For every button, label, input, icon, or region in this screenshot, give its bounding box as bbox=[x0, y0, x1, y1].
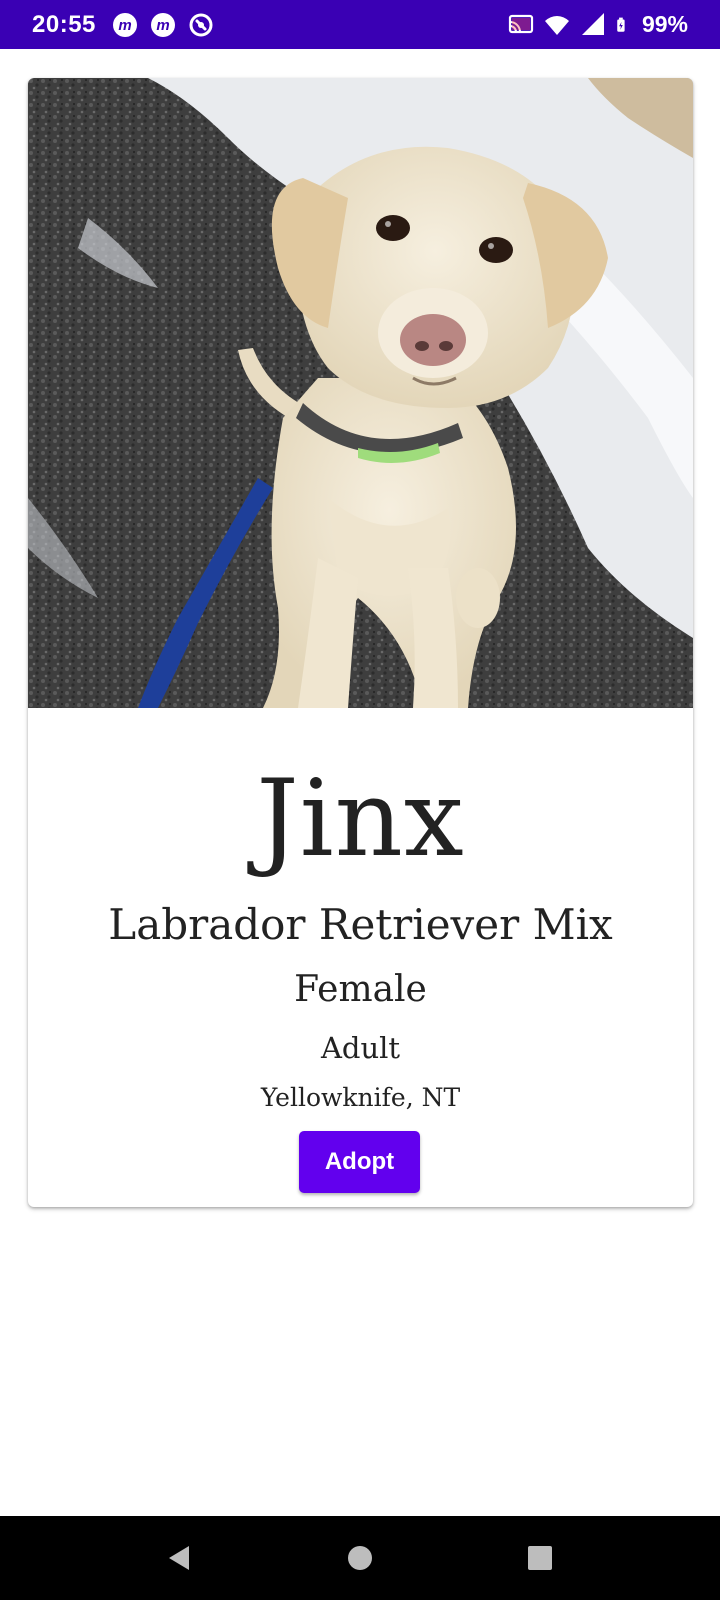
pet-details: Jinx Labrador Retriever Mix Female Adult… bbox=[28, 708, 693, 1112]
battery-percent: 99% bbox=[641, 11, 688, 37]
cast-icon bbox=[508, 14, 534, 33]
svg-text:m: m bbox=[156, 17, 169, 34]
pet-breed: Labrador Retriever Mix bbox=[108, 900, 613, 949]
status-bar: 20:55 m m 99% bbox=[0, 0, 720, 49]
pet-location: Yellowknife, NT bbox=[260, 1083, 461, 1112]
back-icon bbox=[169, 1546, 189, 1570]
adopt-button[interactable]: Adopt bbox=[299, 1131, 420, 1193]
signal-icon bbox=[581, 12, 604, 35]
back-button[interactable] bbox=[160, 1538, 200, 1578]
meetup-icon: m bbox=[112, 12, 137, 37]
system-status-icons: 99% bbox=[508, 11, 688, 38]
svg-text:m: m bbox=[118, 17, 131, 34]
status-time: 20:55 bbox=[32, 10, 96, 38]
meetup-icon: m bbox=[150, 12, 175, 37]
wifi-icon bbox=[544, 15, 569, 35]
pet-photo bbox=[28, 78, 693, 708]
battery-charging-icon bbox=[617, 17, 625, 32]
home-button[interactable] bbox=[340, 1538, 380, 1578]
notification-icons: m m bbox=[112, 12, 214, 38]
pet-name: Jinx bbox=[256, 757, 465, 880]
pet-age: Adult bbox=[320, 1031, 401, 1065]
recents-icon bbox=[528, 1546, 552, 1570]
system-nav-bar bbox=[0, 1516, 720, 1600]
dog-photo-image bbox=[28, 78, 693, 708]
home-icon bbox=[348, 1546, 372, 1570]
pet-card: Jinx Labrador Retriever Mix Female Adult… bbox=[28, 78, 693, 1207]
sync-icon bbox=[189, 13, 213, 36]
pet-sex: Female bbox=[294, 969, 427, 1010]
recents-button[interactable] bbox=[520, 1538, 560, 1578]
